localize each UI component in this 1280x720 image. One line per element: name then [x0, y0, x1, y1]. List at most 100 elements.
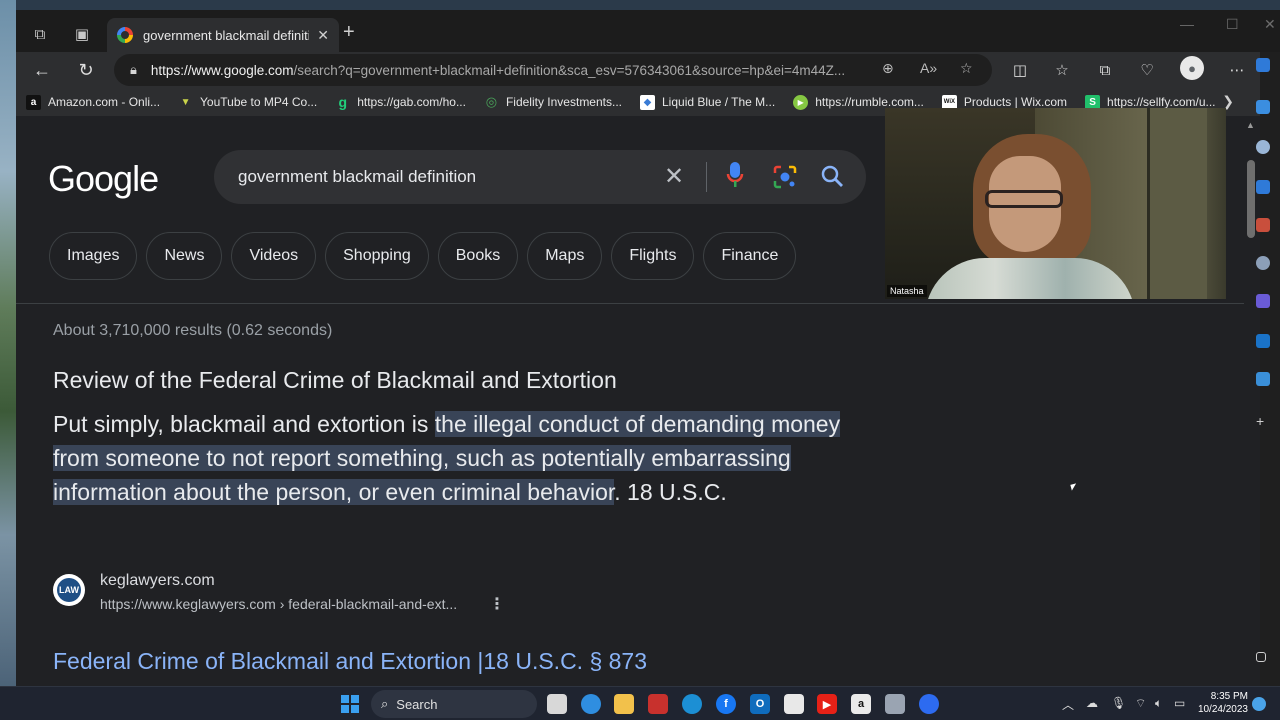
search-input[interactable]: government blackmail definition ✕ — [214, 150, 866, 204]
rumble-icon: ▶ — [793, 94, 809, 110]
chip-flights[interactable]: Flights — [611, 232, 695, 280]
chip-books[interactable]: Books — [437, 232, 519, 280]
tray-overflow-icon[interactable]: ︿ — [1062, 696, 1074, 713]
scrollbar-thumb[interactable] — [1247, 160, 1255, 238]
clock-date: 10/24/2023 — [1197, 704, 1248, 715]
desktop-wallpaper — [0, 0, 16, 686]
widgets-icon[interactable] — [581, 694, 601, 714]
sidebar-add-icon[interactable]: + — [1256, 414, 1270, 428]
search-divider — [706, 162, 707, 192]
source-logo-text: LAW — [57, 578, 81, 602]
youtube-taskbar-icon[interactable]: ▶ — [817, 694, 837, 714]
minimize-icon[interactable]: — — [1180, 16, 1194, 32]
zoom-icon[interactable]: ⊕ — [882, 60, 894, 77]
clear-search-icon[interactable]: ✕ — [664, 162, 684, 191]
sidebar-outlook-icon[interactable] — [1256, 334, 1270, 348]
outlook-taskbar-icon[interactable]: O — [750, 694, 770, 714]
read-aloud-icon[interactable]: A» — [920, 60, 937, 76]
volume-icon[interactable]: 🔈︎ — [1155, 696, 1162, 711]
webcam-video-overlay[interactable]: Natasha — [885, 108, 1226, 299]
wifi-icon[interactable]: ⌔ — [1135, 696, 1146, 711]
source-site-name[interactable]: keglawyers.com — [100, 572, 215, 590]
taskbar-search-label: Search — [396, 696, 438, 712]
sidebar-app-icon[interactable] — [1256, 100, 1270, 114]
liquid-blue-icon: ◆ — [640, 94, 655, 110]
google-favicon-icon — [117, 27, 133, 43]
windows-start-icon[interactable] — [340, 694, 360, 714]
sidebar-tools-icon[interactable] — [1256, 218, 1270, 232]
close-window-icon[interactable]: ✕ — [1264, 16, 1276, 33]
bookmark-liquid-blue[interactable]: ◆ Liquid Blue / The M... — [640, 94, 775, 110]
profile-avatar-icon[interactable]: ● — [1180, 56, 1204, 80]
result-title-link[interactable]: Federal Crime of Blackmail and Extortion… — [53, 648, 647, 675]
tab-google-search[interactable]: government blackmail definition ✕ — [107, 18, 339, 52]
bookmark-gab[interactable]: g https://gab.com/ho... — [335, 94, 466, 110]
url-text: https://www.google.com/search?q=governme… — [151, 63, 861, 78]
camera-icon[interactable] — [885, 694, 905, 714]
microphone-icon[interactable]: 🎙︎ — [1111, 696, 1126, 710]
sidebar-settings-icon[interactable] — [1256, 652, 1266, 662]
lens-search-icon[interactable] — [772, 164, 798, 196]
new-tab-button[interactable]: + — [343, 21, 355, 44]
amazon-icon: a — [26, 94, 41, 110]
notification-icon[interactable] — [1252, 697, 1266, 711]
favorite-star-icon[interactable]: ☆ — [960, 60, 973, 77]
tab-title: government blackmail definition — [143, 27, 310, 43]
tab-actions-icon[interactable]: ▣ — [68, 20, 96, 48]
bookmark-label: https://gab.com/ho... — [357, 95, 466, 109]
task-view-icon[interactable] — [547, 694, 567, 714]
clock-time: 8:35 PM — [1210, 691, 1248, 702]
workspaces-icon[interactable]: ⧉ — [26, 20, 54, 48]
source-favicon-icon: LAW — [53, 574, 85, 606]
collections-icon[interactable]: ⧉ — [1091, 56, 1119, 84]
result-more-options-icon[interactable]: ⋮ — [489, 594, 505, 614]
search-submit-icon[interactable] — [820, 164, 844, 194]
maximize-icon[interactable]: ☐ — [1226, 16, 1239, 33]
sidebar-search-icon[interactable] — [1256, 140, 1270, 154]
bookmark-youtube-mp4[interactable]: ▼ YouTube to MP4 Co... — [178, 95, 318, 110]
chip-finance[interactable]: Finance — [703, 232, 797, 280]
url-domain: https://www.google.com — [150, 62, 294, 78]
edge-taskbar-icon[interactable] — [682, 694, 702, 714]
bookmark-fidelity[interactable]: ◎ Fidelity Investments... — [484, 94, 622, 110]
webcam-background-door — [1147, 108, 1207, 299]
amazon-taskbar-icon[interactable]: a — [851, 694, 871, 714]
bookmark-label: Fidelity Investments... — [505, 95, 622, 109]
sidebar-games-icon[interactable] — [1256, 372, 1270, 386]
battery-icon[interactable]: ▭ — [1174, 696, 1185, 710]
bookmark-label: Products | Wix.com — [963, 95, 1068, 109]
voice-search-icon[interactable] — [726, 160, 744, 196]
favorites-icon[interactable]: ☆ — [1048, 56, 1076, 84]
chip-images[interactable]: Images — [49, 232, 138, 280]
refresh-button[interactable]: ↻ — [72, 56, 100, 84]
bookmark-amazon[interactable]: a Amazon.com - Onli... — [26, 94, 160, 110]
facebook-icon[interactable]: f — [716, 694, 736, 714]
chip-videos[interactable]: Videos — [231, 232, 317, 280]
onedrive-icon[interactable]: ☁ — [1086, 696, 1098, 710]
sidebar-office-icon[interactable] — [1256, 294, 1270, 308]
file-explorer-icon[interactable] — [614, 694, 634, 714]
google-logo[interactable]: Google — [48, 158, 159, 200]
source-url[interactable]: https://www.keglawyers.com › federal-bla… — [100, 596, 457, 612]
more-menu-icon[interactable]: ⋯ — [1223, 56, 1251, 84]
sidebar-shopping-icon[interactable] — [1256, 180, 1270, 194]
address-bar[interactable]: 🔒︎ https://www.google.com/search?q=gover… — [114, 54, 992, 86]
chip-shopping[interactable]: Shopping — [325, 232, 429, 280]
navigation-bar: ← ↻ 🔒︎ https://www.google.com/search?q=g… — [16, 52, 1280, 88]
search-filter-chips: Images News Videos Shopping Books Maps F… — [49, 232, 805, 280]
chip-news[interactable]: News — [146, 232, 223, 280]
copilot-icon[interactable] — [1256, 58, 1270, 72]
youtube-mp4-icon: ▼ — [180, 96, 191, 108]
back-button[interactable]: ← — [28, 56, 56, 84]
mcafee-icon[interactable] — [648, 694, 668, 714]
sidebar-people-icon[interactable] — [1256, 256, 1270, 270]
scroll-up-arrow-icon[interactable]: ▲ — [1246, 120, 1255, 130]
zoom-app-icon[interactable] — [919, 694, 939, 714]
microsoft-store-icon[interactable] — [784, 694, 804, 714]
taskbar-clock[interactable]: 8:35 PM 10/24/2023 — [1196, 690, 1248, 716]
browser-essentials-icon[interactable]: ♡ — [1133, 56, 1161, 84]
chip-maps[interactable]: Maps — [527, 232, 603, 280]
taskbar-search-box[interactable]: ⌕ Search — [371, 690, 537, 718]
split-screen-icon[interactable]: ◫ — [1006, 56, 1034, 84]
close-tab-icon[interactable]: ✕ — [317, 27, 329, 44]
